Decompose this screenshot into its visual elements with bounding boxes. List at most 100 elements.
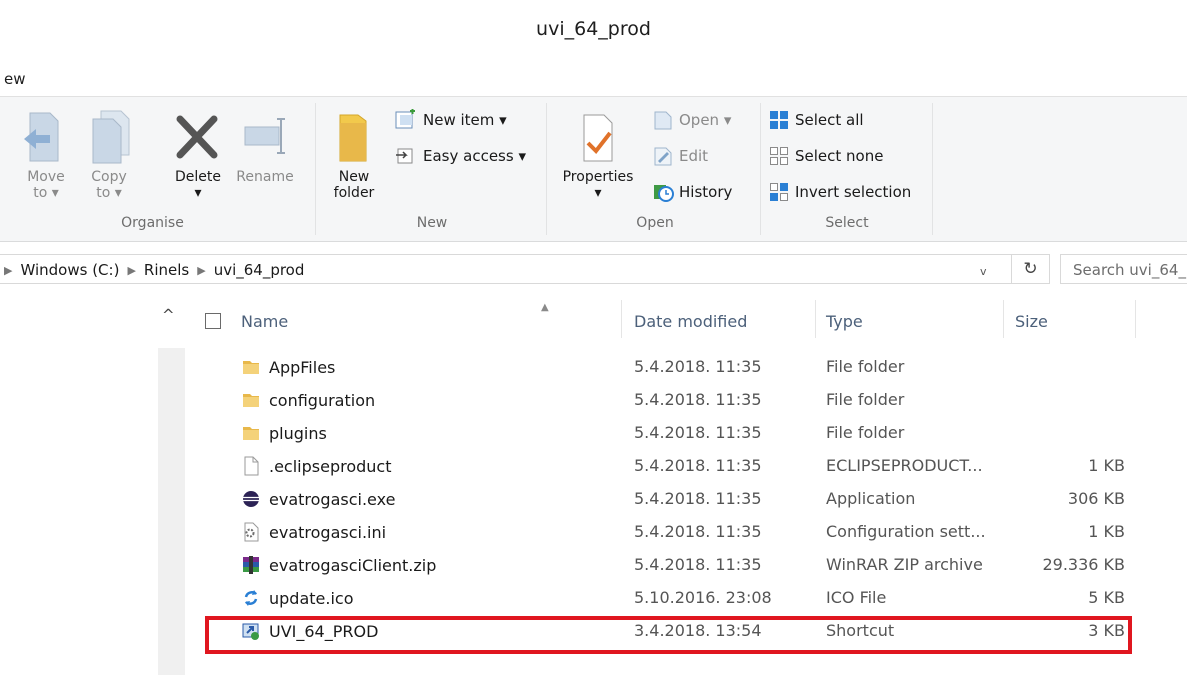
type-cell: File folder [826, 423, 905, 442]
file-name: evatrogasci.exe [269, 489, 396, 509]
size-cell: 306 KB [1067, 489, 1125, 508]
address-box[interactable]: ▶ Windows (C:) ▶ Rinels ▶ uvi_64_prod v [0, 254, 1012, 284]
history-button[interactable]: History [652, 181, 732, 203]
folder-icon [243, 394, 259, 407]
column-divider[interactable] [1135, 300, 1136, 338]
address-history-dropdown[interactable]: v [980, 265, 987, 278]
file-name-cell: evatrogasci.ini [241, 522, 386, 542]
easy-access-button[interactable]: Easy access ▾ [394, 145, 526, 167]
ribbon-divider [932, 103, 933, 235]
ribbon-group-open: Properties ▾ Open ▾ Edit History Open [550, 101, 760, 237]
delete-label: Delete [175, 169, 221, 185]
scroll-up-arrow-icon[interactable]: ^ [162, 306, 175, 324]
breadcrumb-item[interactable]: uvi_64_prod [214, 261, 305, 279]
file-name-cell: configuration [241, 390, 375, 410]
sort-ascending-icon: ▲ [541, 302, 549, 313]
table-row[interactable]: evatrogasciClient.zip 5.4.2018. 11:35 Wi… [185, 548, 1187, 581]
config-file-icon [244, 522, 259, 542]
column-divider[interactable] [815, 300, 816, 338]
file-name: evatrogasciClient.zip [269, 555, 437, 575]
rename-button[interactable]: Rename [230, 107, 300, 185]
title-bar: uvi_64_prod [0, 0, 1187, 62]
copy-to-button[interactable]: Copy to ▾ [84, 107, 134, 201]
column-header-type[interactable]: Type [826, 312, 863, 331]
search-input[interactable]: Search uvi_64_prod [1060, 254, 1187, 284]
move-to-label-1: Move [27, 169, 65, 185]
select-none-button[interactable]: Select none [768, 145, 883, 167]
file-name: update.ico [269, 588, 354, 608]
table-row[interactable]: evatrogasci.exe 5.4.2018. 11:35 Applicat… [185, 482, 1187, 515]
open-button[interactable]: Open ▾ [652, 109, 731, 131]
new-folder-label-2: folder [333, 185, 375, 201]
new-item-icon [395, 109, 415, 129]
move-to-label-2: to ▾ [33, 185, 59, 201]
column-header-name[interactable]: Name [241, 312, 288, 331]
move-to-icon [24, 112, 59, 162]
type-cell: ECLIPSEPRODUCT... [826, 456, 983, 475]
invert-selection-label: Invert selection [795, 183, 912, 201]
select-all-button[interactable]: Select all [768, 109, 864, 131]
date-modified-cell: 5.4.2018. 11:35 [634, 423, 762, 442]
open-icon [654, 111, 672, 130]
breadcrumb-item[interactable]: Windows (C:) [20, 261, 119, 279]
invert-selection-icon [770, 183, 788, 201]
column-header-date[interactable]: Date modified [634, 312, 747, 331]
file-name-cell: .eclipseproduct [241, 456, 392, 476]
highlight-box [205, 616, 1132, 654]
navigation-scrollbar[interactable] [158, 348, 185, 675]
ribbon-group-organise: Move to ▾ Copy to ▾ Delete ▾ Rename Orga… [0, 101, 305, 237]
date-modified-cell: 5.4.2018. 11:35 [634, 489, 762, 508]
refresh-button[interactable]: ↻ [1012, 254, 1050, 284]
table-row[interactable]: AppFiles 5.4.2018. 11:35 File folder [185, 350, 1187, 383]
tab-view[interactable]: ew [4, 70, 26, 88]
ribbon: Move to ▾ Copy to ▾ Delete ▾ Rename Orga… [0, 96, 1187, 242]
copy-to-label-2: to ▾ [96, 185, 122, 201]
navigation-pane: ^ [0, 296, 185, 675]
type-cell: Configuration sett... [826, 522, 986, 541]
properties-button[interactable]: Properties ▾ [552, 107, 644, 201]
edit-button[interactable]: Edit [652, 145, 708, 167]
table-row[interactable]: configuration 5.4.2018. 11:35 File folde… [185, 383, 1187, 416]
column-divider[interactable] [621, 300, 622, 338]
move-to-button[interactable]: Move to ▾ [16, 107, 76, 201]
table-row[interactable]: update.ico 5.10.2016. 23:08 ICO File 5 K… [185, 581, 1187, 614]
properties-label: Properties [562, 169, 634, 185]
column-divider[interactable] [1003, 300, 1004, 338]
invert-selection-button[interactable]: Invert selection [768, 181, 911, 203]
column-header-size[interactable]: Size [1015, 312, 1048, 331]
breadcrumb: ▶ Windows (C:) ▶ Rinels ▶ uvi_64_prod [4, 261, 304, 279]
size-cell: 1 KB [1088, 522, 1125, 541]
size-cell: 5 KB [1088, 588, 1125, 607]
table-row[interactable]: evatrogasci.ini 5.4.2018. 11:35 Configur… [185, 515, 1187, 548]
chevron-right-icon[interactable]: ▶ [127, 264, 135, 277]
chevron-right-icon[interactable]: ▶ [197, 264, 205, 277]
date-modified-cell: 5.4.2018. 11:35 [634, 456, 762, 475]
select-all-checkbox[interactable] [205, 313, 221, 329]
delete-button[interactable]: Delete ▾ [168, 107, 228, 201]
new-folder-icon [339, 114, 367, 162]
file-name-cell: update.ico [241, 588, 354, 608]
file-name: AppFiles [269, 357, 336, 377]
new-group-label: New [416, 215, 448, 231]
delete-dropdown-arrow: ▾ [194, 185, 202, 201]
chevron-right-icon[interactable]: ▶ [4, 264, 12, 277]
table-row[interactable]: plugins 5.4.2018. 11:35 File folder [185, 416, 1187, 449]
file-name: plugins [269, 423, 327, 443]
blank-file-icon [244, 456, 259, 476]
type-cell: WinRAR ZIP archive [826, 555, 983, 574]
date-modified-cell: 5.4.2018. 11:35 [634, 522, 762, 541]
date-modified-cell: 5.4.2018. 11:35 [634, 555, 762, 574]
type-cell: File folder [826, 357, 905, 376]
new-item-button[interactable]: New item ▾ [394, 109, 507, 131]
edit-label: Edit [679, 147, 709, 165]
size-cell: 29.336 KB [1042, 555, 1125, 574]
properties-dropdown-arrow: ▾ [594, 185, 602, 201]
ribbon-divider [315, 103, 316, 235]
date-modified-cell: 5.10.2016. 23:08 [634, 588, 772, 607]
table-row[interactable]: .eclipseproduct 5.4.2018. 11:35 ECLIPSEP… [185, 449, 1187, 482]
eclipse-app-icon [243, 491, 259, 507]
new-folder-button[interactable]: New folder [324, 107, 384, 201]
history-icon [654, 185, 674, 202]
size-cell: 1 KB [1088, 456, 1125, 475]
breadcrumb-item[interactable]: Rinels [144, 261, 189, 279]
